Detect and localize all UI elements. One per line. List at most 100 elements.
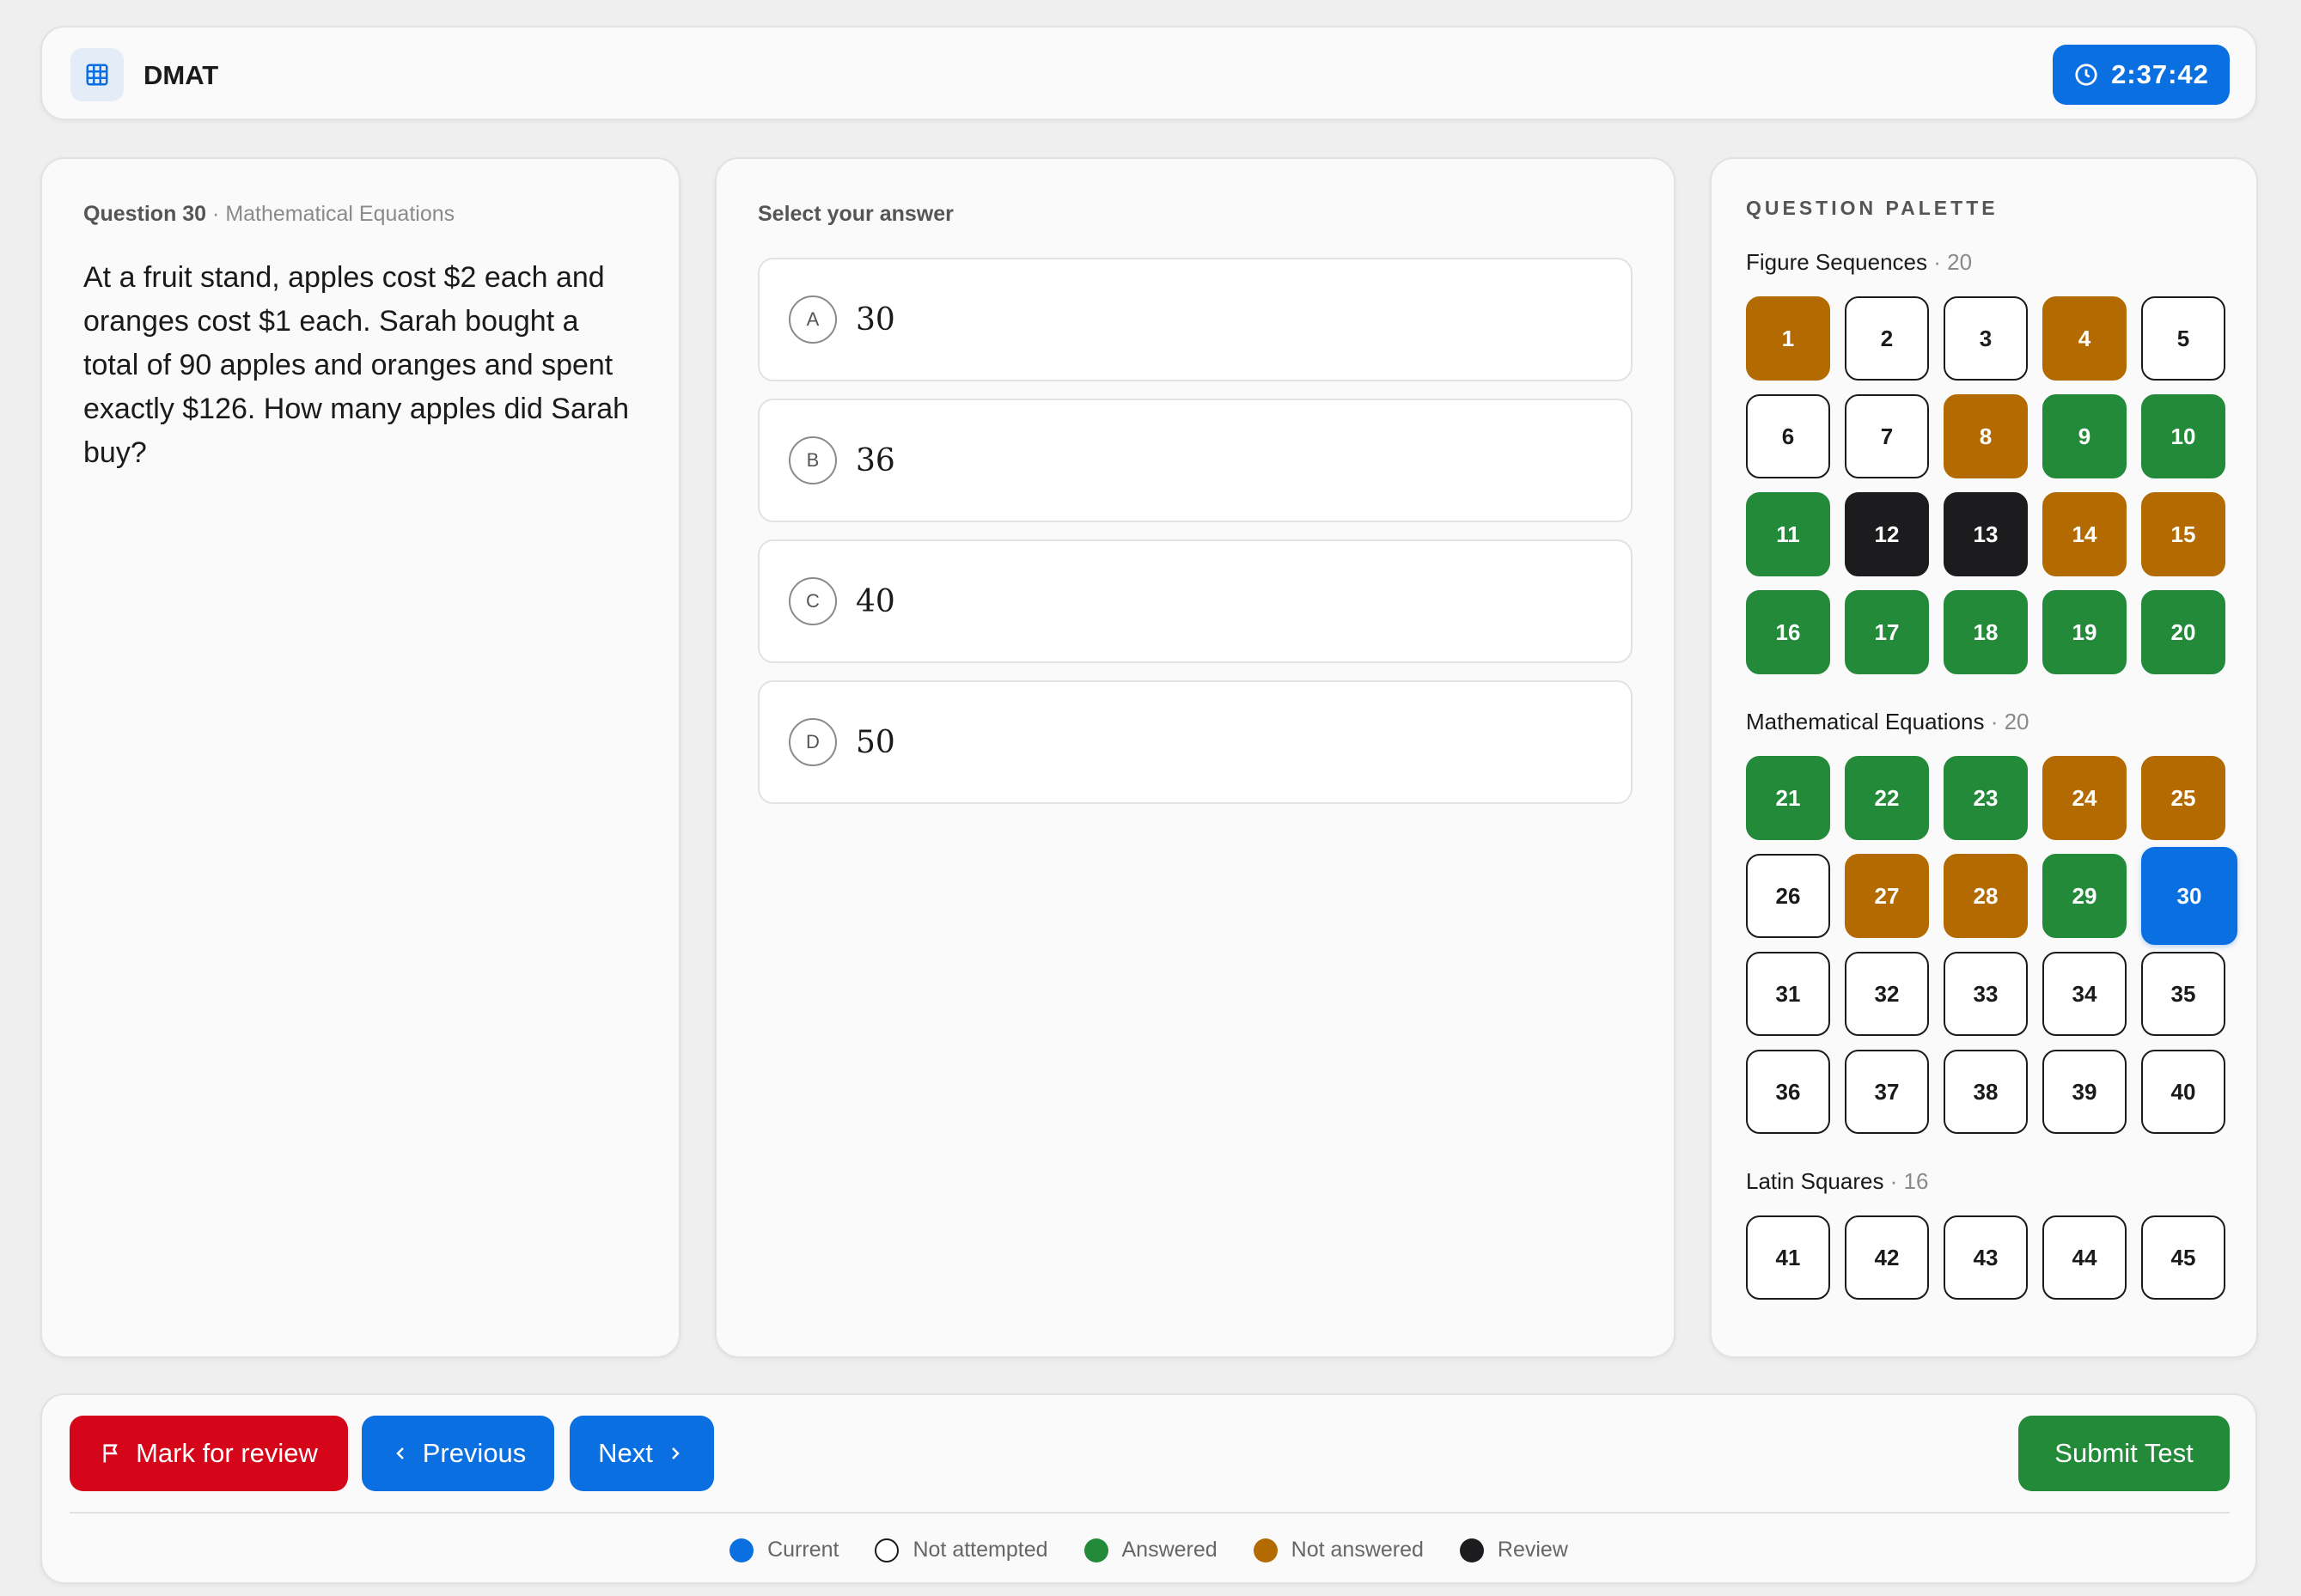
palette-section-label: Mathematical Equations · 20 xyxy=(1746,709,2222,735)
palette-question-10[interactable]: 10 xyxy=(2141,394,2225,478)
option-a[interactable]: A 30 xyxy=(758,258,1633,381)
option-letter: D xyxy=(789,718,837,766)
palette-question-35[interactable]: 35 xyxy=(2141,952,2225,1036)
chevron-right-icon xyxy=(671,1447,680,1459)
palette-question-9[interactable]: 9 xyxy=(2042,394,2127,478)
top-bar: DMAT 2:37:42 xyxy=(40,26,2257,120)
palette-question-8[interactable]: 8 xyxy=(1944,394,2028,478)
palette-question-11[interactable]: 11 xyxy=(1746,492,1830,576)
grid-icon xyxy=(70,48,124,101)
section-count: · 16 xyxy=(1883,1168,1929,1194)
palette-question-14[interactable]: 14 xyxy=(2042,492,2127,576)
footer-divider xyxy=(70,1512,2230,1514)
palette-question-12[interactable]: 12 xyxy=(1845,492,1929,576)
palette-question-4[interactable]: 4 xyxy=(2042,296,2127,381)
option-c[interactable]: C 40 xyxy=(758,539,1633,663)
legend-dot xyxy=(1083,1538,1108,1562)
palette-question-43[interactable]: 43 xyxy=(1944,1215,2028,1300)
question-meta: Question 30 · Mathematical Equations xyxy=(83,202,638,227)
question-text: At a fruit stand, apples cost $2 each an… xyxy=(83,261,630,469)
palette-question-44[interactable]: 44 xyxy=(2042,1215,2127,1300)
timer-badge: 2:37:42 xyxy=(2053,45,2230,105)
submit-test-button[interactable]: Submit Test xyxy=(2018,1416,2230,1491)
legend-label: Not answered xyxy=(1291,1538,1424,1562)
palette-question-16[interactable]: 16 xyxy=(1746,590,1830,674)
palette-question-30[interactable]: 30 xyxy=(2141,847,2237,945)
option-value: 36 xyxy=(856,442,895,478)
palette-question-27[interactable]: 27 xyxy=(1845,854,1929,938)
palette-question-3[interactable]: 3 xyxy=(1944,296,2028,381)
palette-question-34[interactable]: 34 xyxy=(2042,952,2127,1036)
legend-label: Not attempted xyxy=(912,1538,1048,1562)
palette-question-23[interactable]: 23 xyxy=(1944,756,2028,840)
option-d[interactable]: D 50 xyxy=(758,680,1633,804)
legend-dot xyxy=(729,1538,754,1562)
legend-label: Review xyxy=(1497,1538,1568,1562)
section-count: · 20 xyxy=(1927,249,1973,275)
palette-title: QUESTION PALETTE xyxy=(1746,197,1999,219)
palette-question-41[interactable]: 41 xyxy=(1746,1215,1830,1300)
palette-question-18[interactable]: 18 xyxy=(1944,590,2028,674)
palette-section-label: Figure Sequences · 20 xyxy=(1746,249,2222,276)
palette-question-29[interactable]: 29 xyxy=(2042,854,2127,938)
palette-question-31[interactable]: 31 xyxy=(1746,952,1830,1036)
legend-dot xyxy=(1253,1538,1278,1562)
meta-separator: · xyxy=(206,202,226,226)
legend-item-answered: Answered xyxy=(1083,1538,1218,1562)
palette-question-25[interactable]: 25 xyxy=(2141,756,2225,840)
palette-question-2[interactable]: 2 xyxy=(1845,296,1929,381)
option-value: 50 xyxy=(856,724,895,760)
palette-question-21[interactable]: 21 xyxy=(1746,756,1830,840)
answer-options: A 30 B 36 C 40 D 50 xyxy=(758,258,1633,804)
palette-question-15[interactable]: 15 xyxy=(2141,492,2225,576)
legend-item-review: Review xyxy=(1459,1538,1568,1562)
option-b[interactable]: B 36 xyxy=(758,399,1633,522)
section-count: · 20 xyxy=(1984,709,2029,734)
palette-question-32[interactable]: 32 xyxy=(1845,952,1929,1036)
option-letter: C xyxy=(789,577,837,625)
palette-question-20[interactable]: 20 xyxy=(2141,590,2225,674)
palette-question-28[interactable]: 28 xyxy=(1944,854,2028,938)
section-name: Figure Sequences xyxy=(1746,249,1928,275)
next-button[interactable]: Next xyxy=(570,1416,714,1491)
legend-dot xyxy=(1459,1538,1484,1562)
palette-question-42[interactable]: 42 xyxy=(1845,1215,1929,1300)
next-label: Next xyxy=(598,1438,653,1468)
palette-question-19[interactable]: 19 xyxy=(2042,590,2127,674)
palette-question-37[interactable]: 37 xyxy=(1845,1050,1929,1134)
question-number: Question 30 xyxy=(83,202,207,226)
section-name: Latin Squares xyxy=(1746,1168,1884,1194)
legend-dot xyxy=(875,1538,900,1562)
palette-question-45[interactable]: 45 xyxy=(2141,1215,2225,1300)
palette-question-38[interactable]: 38 xyxy=(1944,1050,2028,1134)
palette-question-7[interactable]: 7 xyxy=(1845,394,1929,478)
palette-question-13[interactable]: 13 xyxy=(1944,492,2028,576)
option-letter: A xyxy=(789,295,837,344)
palette-grid: 1 2 3 4 5 6 7 8 9 10 11 12 13 14 15 16 17 18 19 20 xyxy=(1746,296,2225,674)
palette-question-22[interactable]: 22 xyxy=(1845,756,1929,840)
legend-item-notattempted: Not attempted xyxy=(875,1538,1048,1562)
palette-question-36[interactable]: 36 xyxy=(1746,1050,1830,1134)
palette-question-40[interactable]: 40 xyxy=(2141,1050,2225,1134)
previous-label: Previous xyxy=(422,1438,527,1468)
option-value: 30 xyxy=(856,302,895,338)
mark-for-review-button[interactable]: Mark for review xyxy=(70,1416,348,1491)
legend-item-notanswered: Not answered xyxy=(1253,1538,1424,1562)
app-title: DMAT xyxy=(143,60,219,90)
palette-question-17[interactable]: 17 xyxy=(1845,590,1929,674)
mark-for-review-label: Mark for review xyxy=(136,1438,318,1468)
palette-question-33[interactable]: 33 xyxy=(1944,952,2028,1036)
palette-grid: 21 22 23 24 25 26 27 28 29 30 31 32 33 34 35 36 37 38 39 40 xyxy=(1746,756,2237,1134)
palette-section-label: Latin Squares · 16 xyxy=(1746,1168,2222,1195)
question-panel: Question 30 · Mathematical Equations At … xyxy=(40,157,681,1358)
question-section: Mathematical Equations xyxy=(225,202,455,226)
palette-question-6[interactable]: 6 xyxy=(1746,394,1830,478)
palette-question-26[interactable]: 26 xyxy=(1746,854,1830,938)
palette-question-5[interactable]: 5 xyxy=(2141,296,2225,381)
palette-question-1[interactable]: 1 xyxy=(1746,296,1830,381)
palette-question-39[interactable]: 39 xyxy=(2042,1050,2127,1134)
previous-button[interactable]: Previous xyxy=(362,1416,554,1491)
section-name: Mathematical Equations xyxy=(1746,709,1985,734)
status-legend: Current Not attempted Answered Not answered… xyxy=(42,1538,2255,1562)
palette-question-24[interactable]: 24 xyxy=(2042,756,2127,840)
